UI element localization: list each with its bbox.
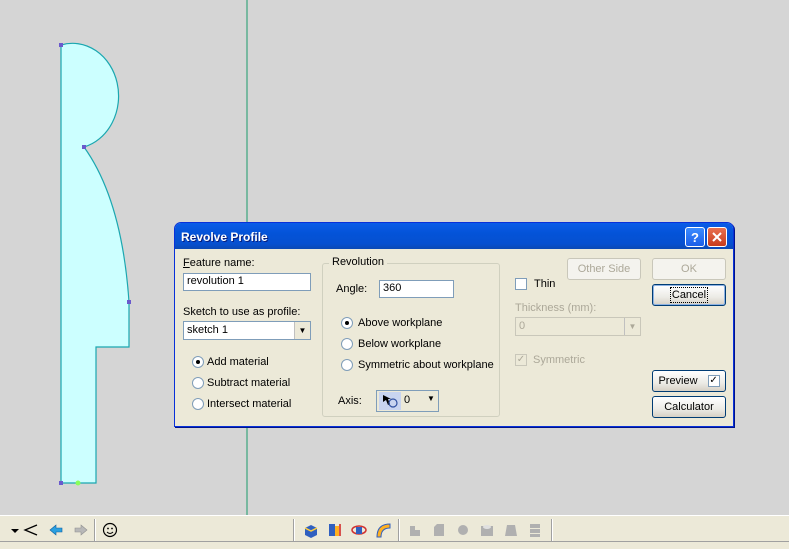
- symmetric-label[interactable]: Symmetric: [533, 354, 585, 366]
- dialog-titlebar[interactable]: Revolve Profile ?: [175, 223, 733, 249]
- intersect-material-radio[interactable]: [192, 398, 204, 410]
- above-workplane-radio[interactable]: [341, 317, 353, 329]
- revolution-group-label: Revolution: [329, 256, 387, 268]
- ok-button[interactable]: OK: [652, 258, 726, 280]
- axis-select[interactable]: 0 ▼: [376, 390, 439, 412]
- subtract-material-label[interactable]: Subtract material: [207, 377, 290, 389]
- chevron-down-icon: ▼: [294, 322, 310, 339]
- dialog-title: Revolve Profile: [181, 230, 268, 244]
- axis-label: Axis:: [338, 395, 362, 407]
- chevron-down-icon: ▼: [427, 394, 435, 403]
- close-x-icon: [712, 232, 722, 242]
- thickness-select[interactable]: 0 ▼: [515, 317, 641, 336]
- below-workplane-label[interactable]: Below workplane: [358, 338, 441, 350]
- angle-input[interactable]: 360: [379, 280, 454, 298]
- revolve-icon[interactable]: [324, 519, 346, 541]
- draft-icon[interactable]: [500, 519, 522, 541]
- select-triangle-icon[interactable]: [20, 519, 42, 541]
- bottom-toolbar: [0, 515, 789, 549]
- help-button[interactable]: ?: [685, 227, 705, 247]
- other-side-button[interactable]: Other Side: [567, 258, 641, 280]
- question-mark-icon: ?: [691, 229, 699, 245]
- calculator-button[interactable]: Calculator: [652, 396, 726, 418]
- profile-vertex[interactable]: [59, 481, 63, 485]
- below-workplane-radio[interactable]: [341, 338, 353, 350]
- axis-pick-icon: [379, 392, 401, 410]
- loft-icon[interactable]: [372, 519, 394, 541]
- add-material-radio[interactable]: [192, 356, 204, 368]
- preview-checkbox[interactable]: ✓: [707, 375, 720, 387]
- dialog-body: Feature name: revolution 1 Sketch to use…: [178, 249, 730, 424]
- revolve-profile-dialog: Revolve Profile ? Feature name: revoluti…: [174, 222, 734, 427]
- profile-midpoint[interactable]: [75, 480, 81, 486]
- pattern-icon[interactable]: [524, 519, 546, 541]
- hole-icon[interactable]: [476, 519, 498, 541]
- add-material-label[interactable]: Add material: [207, 356, 269, 368]
- forward-arrow-icon[interactable]: [70, 519, 92, 541]
- back-arrow-icon[interactable]: [45, 519, 67, 541]
- smiley-icon[interactable]: [99, 519, 121, 541]
- fillet-icon[interactable]: [404, 519, 426, 541]
- close-button[interactable]: [707, 227, 727, 247]
- intersect-material-label[interactable]: Intersect material: [207, 398, 291, 410]
- symmetric-workplane-label[interactable]: Symmetric about workplane: [358, 359, 494, 371]
- symmetric-workplane-radio[interactable]: [341, 359, 353, 371]
- sketch-profile-select[interactable]: sketch 1 ▼: [183, 321, 311, 340]
- thin-checkbox[interactable]: [515, 278, 527, 290]
- sketch-profile[interactable]: [60, 42, 130, 484]
- profile-vertex[interactable]: [127, 300, 131, 304]
- extrude-icon[interactable]: [300, 519, 322, 541]
- profile-vertex[interactable]: [82, 145, 86, 149]
- feature-name-label: Feature name:: [183, 257, 255, 269]
- above-workplane-label[interactable]: Above workplane: [358, 317, 442, 329]
- shell-icon[interactable]: [452, 519, 474, 541]
- feature-name-input[interactable]: revolution 1: [183, 273, 311, 291]
- sketch-profile-label: Sketch to use as profile:: [183, 306, 301, 318]
- thickness-label: Thickness (mm):: [515, 302, 597, 314]
- preview-button[interactable]: Preview ✓: [652, 370, 726, 392]
- cancel-button[interactable]: Cancel: [652, 284, 726, 306]
- sweep-icon[interactable]: [348, 519, 370, 541]
- profile-vertex[interactable]: [59, 43, 63, 47]
- angle-label: Angle:: [336, 283, 368, 295]
- chevron-down-icon: ▼: [624, 318, 640, 335]
- subtract-material-radio[interactable]: [192, 377, 204, 389]
- symmetric-checkbox[interactable]: ✓: [515, 354, 527, 366]
- thin-label[interactable]: Thin: [534, 278, 555, 290]
- chamfer-icon[interactable]: [428, 519, 450, 541]
